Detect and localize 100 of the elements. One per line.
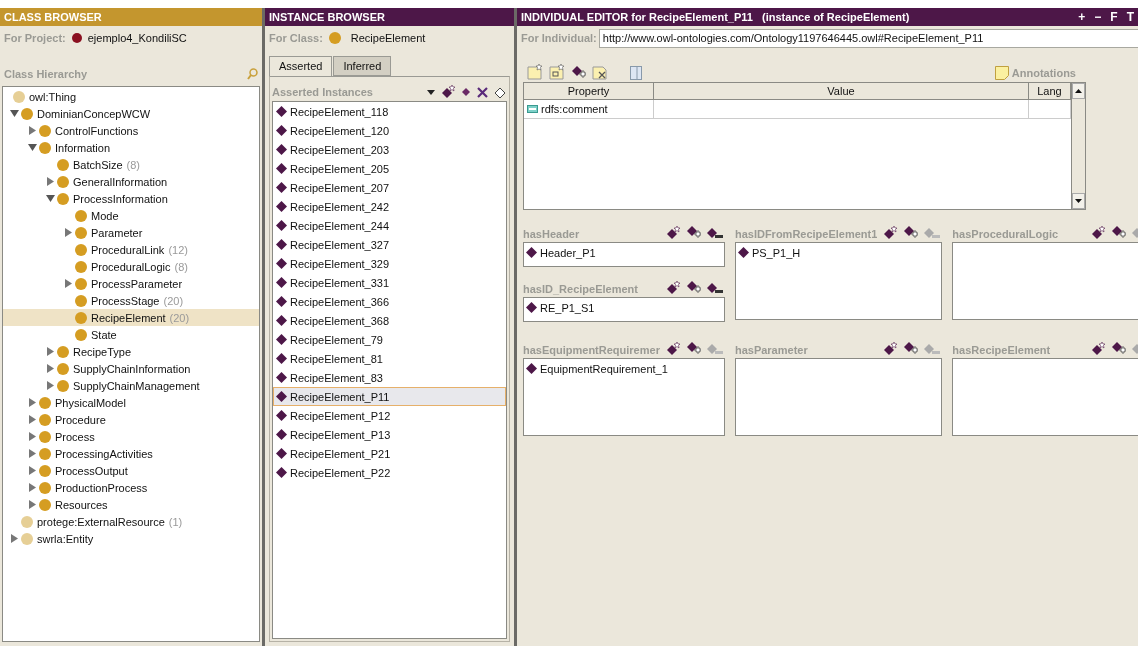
create-instance-icon[interactable] [1091, 226, 1105, 240]
property-values-list[interactable]: Header_P1 [523, 242, 725, 267]
uri-field[interactable]: http://www.owl-ontologies.com/Ontology1197646445.owl#RecipeElement_P11 [598, 28, 1138, 48]
class-name[interactable]: Parameter [91, 226, 143, 239]
instance-name[interactable]: RecipeElement_79 [290, 333, 383, 346]
class-name[interactable]: Information [55, 141, 111, 154]
class-name[interactable]: Resources [55, 498, 108, 511]
add-value-icon[interactable] [903, 341, 919, 356]
class-name[interactable]: Procedure [55, 413, 106, 426]
create-instance-icon[interactable] [665, 281, 680, 295]
expand-arrow-icon[interactable] [27, 415, 37, 424]
instance-name[interactable]: RecipeElement_P21 [290, 447, 391, 460]
class-name[interactable]: State [91, 328, 117, 341]
class-name[interactable]: RecipeType [73, 345, 132, 358]
delete-note-icon[interactable] [592, 64, 608, 80]
instance-name[interactable]: RecipeElement_368 [290, 314, 390, 327]
add-value-icon[interactable] [1111, 225, 1126, 240]
class-name[interactable]: swrla:Entity [37, 532, 94, 545]
caret-icon[interactable] [427, 89, 435, 95]
diamond-icon[interactable] [461, 87, 471, 97]
instance-name[interactable]: RecipeElement_81 [290, 352, 383, 365]
expand-arrow-icon[interactable] [27, 126, 37, 135]
instance-name[interactable]: RecipeElement_120 [290, 124, 390, 137]
class-name[interactable]: ProcessingActivities [55, 447, 153, 460]
expand-arrow-icon[interactable] [27, 432, 37, 441]
create-instance-icon[interactable] [883, 226, 898, 240]
expand-arrow-icon[interactable] [45, 381, 55, 390]
instance-name[interactable]: RecipeElement_118 [290, 105, 389, 118]
add-value-icon[interactable] [685, 341, 701, 356]
class-name[interactable]: ProceduralLogic [91, 260, 171, 273]
property-value[interactable]: RE_P1_S1 [540, 301, 595, 314]
instance-name[interactable]: RecipeElement_P13 [290, 428, 391, 441]
instance-name[interactable]: RecipeElement_329 [290, 257, 390, 270]
expand-arrow-icon[interactable] [45, 364, 55, 373]
expand-arrow-icon[interactable] [27, 500, 37, 509]
window-button[interactable]: T [1126, 10, 1134, 24]
add-value-icon[interactable] [571, 65, 586, 80]
expand-arrow-icon[interactable] [27, 483, 37, 492]
class-name[interactable]: GeneralInformation [73, 175, 168, 188]
expand-arrow-icon[interactable] [45, 347, 55, 356]
expand-arrow-icon[interactable] [27, 398, 37, 407]
collapse-arrow-icon[interactable] [27, 143, 37, 152]
class-name[interactable]: ProcessStage [91, 294, 160, 307]
instance-name[interactable]: RecipeElement_244 [290, 219, 390, 232]
add-value-icon[interactable] [903, 225, 919, 240]
class-name[interactable]: protege:ExternalResource [37, 515, 165, 528]
instance-name[interactable]: RecipeElement_P22 [290, 466, 391, 479]
property-value[interactable]: EquipmentRequirement_1 [540, 362, 668, 375]
expand-arrow-icon[interactable] [45, 177, 55, 186]
expand-arrow-icon[interactable] [27, 466, 37, 475]
add-value-icon[interactable] [1111, 341, 1126, 356]
instance-name[interactable]: RecipeElement_366 [290, 295, 390, 308]
class-name[interactable]: RecipeElement [91, 311, 166, 324]
create-instance-icon[interactable] [665, 226, 680, 240]
tab[interactable]: Asserted [269, 56, 333, 76]
class-name[interactable]: DominianConcepWCW [37, 107, 151, 120]
instance-name[interactable]: RecipeElement_331 [290, 276, 390, 289]
scroll-up-icon[interactable] [1075, 89, 1082, 93]
class-name[interactable]: PhysicalModel [55, 396, 126, 409]
class-name[interactable]: SupplyChainInformation [73, 362, 191, 375]
new-doc-icon[interactable] [549, 64, 565, 80]
instance-name[interactable]: RecipeElement_P12 [290, 409, 391, 422]
window-button[interactable]: + [1078, 10, 1086, 24]
instance-name[interactable]: RecipeElement_205 [290, 162, 390, 175]
class-name[interactable]: ProceduralLink [91, 243, 165, 256]
class-name[interactable]: ProductionProcess [55, 481, 148, 494]
delete-icon[interactable] [477, 86, 488, 98]
create-instance-icon[interactable] [883, 342, 898, 356]
property-values-list[interactable]: RE_P1_S1 [523, 297, 725, 322]
column-header[interactable]: Value [654, 83, 1029, 99]
instance-name[interactable]: RecipeElement_242 [290, 200, 390, 213]
remove-value-icon[interactable] [706, 228, 723, 240]
expand-arrow-icon[interactable] [63, 279, 73, 288]
expand-arrow-icon[interactable] [9, 534, 19, 543]
scroll-down-icon[interactable] [1075, 199, 1082, 203]
class-name[interactable]: ProcessOutput [55, 464, 128, 477]
property-values-list[interactable]: PS_P1_H [734, 242, 943, 320]
collapse-arrow-icon[interactable] [45, 194, 55, 203]
create-instance-icon[interactable] [441, 85, 455, 99]
property-value[interactable]: PS_P1_H [751, 246, 801, 259]
add-value-icon[interactable] [685, 225, 701, 240]
class-name[interactable]: Process [55, 430, 95, 443]
tab[interactable]: Inferred [333, 56, 392, 76]
class-name[interactable]: ProcessInformation [73, 192, 168, 205]
instance-name[interactable]: RecipeElement_207 [290, 181, 390, 194]
remove-value-icon[interactable] [706, 283, 723, 295]
class-name[interactable]: Mode [91, 209, 119, 222]
create-instance-icon[interactable] [665, 342, 680, 356]
column-header[interactable]: Property [524, 83, 654, 99]
class-name[interactable]: BatchSize [73, 158, 123, 171]
instance-name[interactable]: RecipeElement_83 [290, 371, 383, 384]
property-value[interactable]: Header_P1 [540, 246, 596, 259]
instance-name[interactable]: RecipeElement_327 [290, 238, 390, 251]
class-name[interactable]: ProcessParameter [91, 277, 183, 290]
create-instance-icon[interactable] [1091, 342, 1105, 356]
collapse-arrow-icon[interactable] [9, 109, 19, 118]
add-value-icon[interactable] [685, 280, 701, 295]
scrollbar[interactable] [1071, 83, 1085, 209]
expand-arrow-icon[interactable] [63, 228, 73, 237]
class-name[interactable]: owl:Thing [29, 90, 77, 103]
